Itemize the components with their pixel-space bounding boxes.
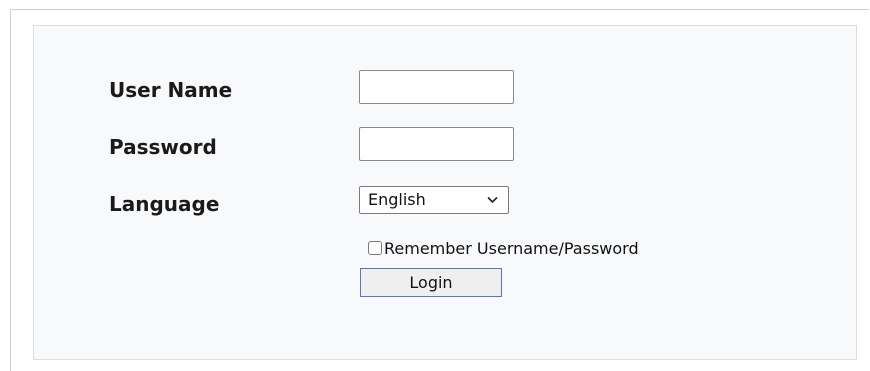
remember-label: Remember Username/Password <box>384 238 639 258</box>
remember-checkbox-row[interactable]: Remember Username/Password <box>368 236 639 260</box>
login-button[interactable]: Login <box>360 268 502 297</box>
password-input[interactable] <box>359 127 514 161</box>
username-input[interactable] <box>359 70 514 104</box>
password-label: Password <box>109 135 217 159</box>
remember-checkbox[interactable] <box>368 241 382 255</box>
chevron-down-icon <box>487 196 498 204</box>
language-label: Language <box>109 192 220 216</box>
username-label: User Name <box>109 78 233 102</box>
language-select[interactable]: English <box>359 186 509 214</box>
language-selected-value: English <box>368 190 426 209</box>
